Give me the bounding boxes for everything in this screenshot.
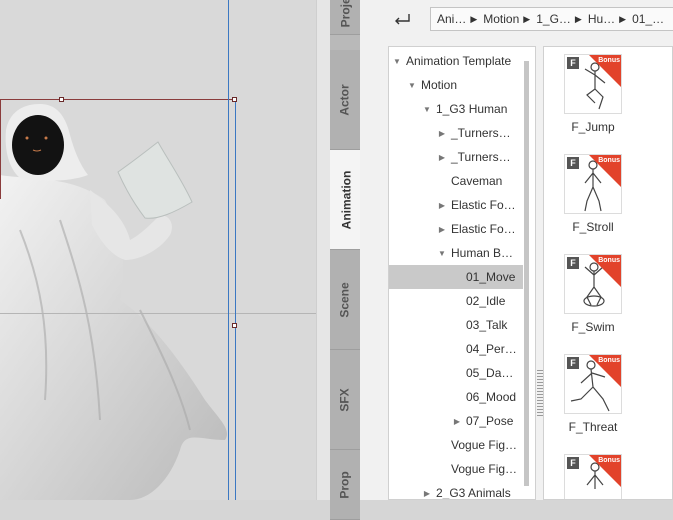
tree-item[interactable]: 03_Talk [389, 313, 523, 337]
tree-item[interactable]: 05_Da… [389, 361, 523, 385]
collapse-arrow-icon[interactable]: ▶ [436, 129, 448, 138]
panel-splitter[interactable] [316, 0, 330, 500]
tree-scrollbar[interactable] [524, 61, 529, 486]
f-badge-icon: F [567, 157, 579, 169]
tree-item-selected[interactable]: 01_Move [389, 265, 523, 289]
tree-item[interactable]: 04_Per… [389, 337, 523, 361]
motion-label: F_Stroll [572, 220, 614, 234]
motion-item[interactable]: F Bonus [564, 454, 628, 499]
tree-item[interactable]: Vogue Fig… [389, 433, 523, 457]
breadcrumb-item[interactable]: Hu… [582, 12, 617, 26]
return-arrow-icon [395, 14, 410, 25]
gizmo-handle[interactable] [232, 97, 237, 102]
motion-thumbnail: F Bonus [564, 54, 622, 114]
motion-label: F_Swim [571, 320, 615, 334]
bonus-label: Bonus [598, 357, 620, 364]
collapse-arrow-icon[interactable]: ▶ [451, 417, 463, 426]
collapse-arrow-icon[interactable]: ▶ [436, 153, 448, 162]
chevron-right-icon: ▶ [470, 13, 478, 24]
guide-line-left [0, 99, 1, 199]
motion-thumbnail: F Bonus [564, 354, 622, 414]
guide-line-right [235, 99, 236, 500]
breadcrumb-item[interactable]: 01_… [626, 12, 666, 26]
f-badge-icon: F [567, 57, 579, 69]
breadcrumb-item[interactable]: Motion [477, 12, 521, 26]
tab-scene[interactable]: Scene [330, 250, 360, 350]
guide-line-top [0, 99, 236, 100]
motion-item[interactable]: F Bonus F_Stroll [564, 154, 628, 234]
vertical-tab-bar: Project Actor Animation Scene SFX Prop [330, 0, 362, 520]
chevron-right-icon: ▶ [523, 13, 531, 24]
tree-item[interactable]: ▶ 2_G3 Animals [389, 481, 523, 499]
tab-sfx[interactable]: SFX [330, 350, 360, 450]
bonus-label: Bonus [598, 457, 620, 464]
tree-item[interactable]: ▶ Elastic Fo… [389, 217, 523, 241]
collapse-arrow-icon[interactable]: ▶ [436, 225, 448, 234]
motion-item[interactable]: F Bonus F_Swim [564, 254, 628, 334]
collapse-arrow-icon[interactable]: ▶ [421, 489, 433, 498]
tree-item[interactable]: ▼ Motion [389, 73, 523, 97]
tree-item[interactable]: Caveman [389, 169, 523, 193]
motion-library: F Bonus F_Jump F Bonus F_Stroll F Bonus … [543, 46, 673, 500]
gizmo-handle[interactable] [59, 97, 64, 102]
f-badge-icon: F [567, 257, 579, 269]
motion-thumbnail: F Bonus [564, 254, 622, 314]
guide-line-bottom [0, 313, 316, 314]
guide-line-blue [228, 0, 229, 500]
tree-item[interactable]: ▼ Animation Template [389, 49, 523, 73]
chevron-right-icon: ▶ [574, 13, 582, 24]
tree-item[interactable]: Vogue Fig… [389, 457, 523, 481]
breadcrumb-item[interactable]: 1_G… [530, 12, 573, 26]
bonus-label: Bonus [598, 157, 620, 164]
tree-item[interactable]: 02_Idle [389, 289, 523, 313]
f-badge-icon: F [567, 457, 579, 469]
tree-item[interactable]: ▶ _Turners… [389, 145, 523, 169]
motion-label: F_Jump [571, 120, 615, 134]
breadcrumb-item[interactable]: Ani… [431, 12, 468, 26]
bonus-label: Bonus [598, 257, 620, 264]
hooded-ghost-actor[interactable] [0, 0, 316, 500]
expand-arrow-icon[interactable]: ▼ [391, 57, 403, 66]
3d-viewport[interactable] [0, 0, 316, 500]
motion-item[interactable]: F Bonus F_Threat [564, 354, 628, 434]
tree-item[interactable]: ▶ _Turners… [389, 121, 523, 145]
tree-item[interactable]: ▶ Elastic Fo… [389, 193, 523, 217]
motion-thumbnail: F Bonus [564, 154, 622, 214]
expand-arrow-icon[interactable]: ▼ [436, 249, 448, 258]
gizmo-handle[interactable] [232, 323, 237, 328]
f-badge-icon: F [567, 357, 579, 369]
tree-item[interactable]: ▶ 07_Pose [389, 409, 523, 433]
tab-actor[interactable]: Actor [330, 50, 360, 150]
expand-arrow-icon[interactable]: ▼ [421, 105, 433, 114]
content-panel: Ani… ▶ Motion ▶ 1_G… ▶ Hu… ▶ 01_… ▼ Animation… [360, 0, 673, 500]
tree-item[interactable]: 06_Mood [389, 385, 523, 409]
folder-tree: ▼ Animation Template ▼ Motion ▼ 1_G3 Human … [388, 46, 536, 500]
tab-project[interactable]: Project [330, 0, 360, 35]
expand-arrow-icon[interactable]: ▼ [406, 81, 418, 90]
motion-item[interactable]: F Bonus F_Jump [564, 54, 628, 134]
breadcrumb: Ani… ▶ Motion ▶ 1_G… ▶ Hu… ▶ 01_… [430, 7, 673, 31]
tree-item[interactable]: ▼ 1_G3 Human [389, 97, 523, 121]
motion-thumbnail: F Bonus [564, 454, 622, 499]
chevron-right-icon: ▶ [619, 13, 627, 24]
bonus-label: Bonus [598, 57, 620, 64]
tab-animation[interactable]: Animation [330, 150, 362, 250]
motion-label: F_Threat [568, 420, 618, 434]
tab-prop[interactable]: Prop [330, 450, 360, 520]
back-button[interactable] [388, 8, 416, 30]
collapse-arrow-icon[interactable]: ▶ [436, 201, 448, 210]
tree-item[interactable]: ▼ Human B… [389, 241, 523, 265]
